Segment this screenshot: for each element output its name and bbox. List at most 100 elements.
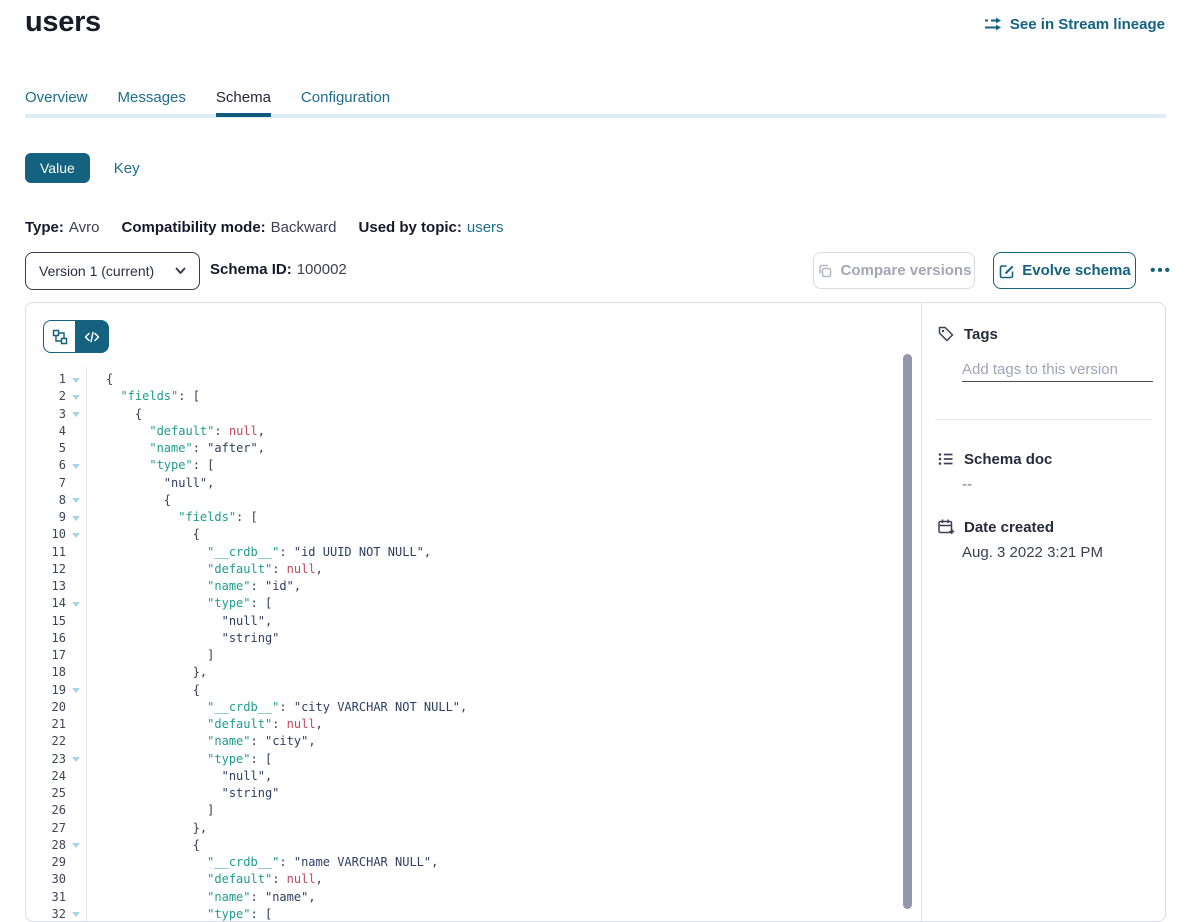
code-text: { xyxy=(86,682,200,699)
compare-versions-label: Compare versions xyxy=(841,262,972,279)
code-line[interactable]: 8 { xyxy=(26,492,907,509)
code-text: "name": "after", xyxy=(86,440,265,457)
line-number: 28 xyxy=(26,837,66,854)
code-line[interactable]: 29 "__crdb__": "name VARCHAR NULL", xyxy=(26,854,907,871)
tab-configuration[interactable]: Configuration xyxy=(301,89,390,117)
code-line[interactable]: 12 "default": null, xyxy=(26,561,907,578)
edit-icon xyxy=(998,263,1014,279)
fold-arrow-icon[interactable] xyxy=(66,837,86,854)
code-editor: 1{2 "fields": [3 {4 "default": null,5 "n… xyxy=(26,303,921,921)
evolve-schema-button[interactable]: Evolve schema xyxy=(993,252,1136,289)
code-line[interactable]: 20 "__crdb__": "city VARCHAR NOT NULL", xyxy=(26,699,907,716)
fold-spacer xyxy=(66,544,86,561)
line-number: 31 xyxy=(26,889,66,906)
line-number: 2 xyxy=(26,388,66,405)
code-lines[interactable]: 1{2 "fields": [3 {4 "default": null,5 "n… xyxy=(26,371,907,922)
code-line[interactable]: 3 { xyxy=(26,406,907,423)
line-number: 5 xyxy=(26,440,66,457)
code-line[interactable]: 24 "null", xyxy=(26,768,907,785)
fold-arrow-icon[interactable] xyxy=(66,595,86,612)
code-line[interactable]: 28 { xyxy=(26,837,907,854)
tab-schema[interactable]: Schema xyxy=(216,89,271,117)
line-number: 32 xyxy=(26,906,66,922)
tab-underline-track xyxy=(25,114,1166,118)
fold-spacer xyxy=(66,785,86,802)
code-line[interactable]: 14 "type": [ xyxy=(26,595,907,612)
code-line[interactable]: 32 "type": [ xyxy=(26,906,907,922)
code-text: "fields": [ xyxy=(86,388,200,405)
fold-arrow-icon[interactable] xyxy=(66,371,86,388)
code-line[interactable]: 30 "default": null, xyxy=(26,871,907,888)
code-line[interactable]: 6 "type": [ xyxy=(26,457,907,474)
code-line[interactable]: 4 "default": null, xyxy=(26,423,907,440)
code-line[interactable]: 10 { xyxy=(26,526,907,543)
meta-topic-link[interactable]: users xyxy=(467,219,504,236)
schema-panel: 1{2 "fields": [3 {4 "default": null,5 "n… xyxy=(25,302,1166,922)
line-number: 29 xyxy=(26,854,66,871)
code-line[interactable]: 26 ] xyxy=(26,802,907,819)
code-text: "default": null, xyxy=(86,716,323,733)
code-line[interactable]: 25 "string" xyxy=(26,785,907,802)
fold-spacer xyxy=(66,871,86,888)
key-toggle-link[interactable]: Key xyxy=(114,160,140,177)
code-view-button[interactable] xyxy=(76,320,109,353)
fold-arrow-icon[interactable] xyxy=(66,492,86,509)
line-number: 30 xyxy=(26,871,66,888)
date-created-heading-label: Date created xyxy=(964,519,1054,536)
code-line[interactable]: 18 }, xyxy=(26,664,907,681)
fold-spacer xyxy=(66,423,86,440)
tab-messages[interactable]: Messages xyxy=(118,89,186,117)
code-text: "default": null, xyxy=(86,871,323,888)
code-text: "name": "city", xyxy=(86,733,316,750)
fold-spacer xyxy=(66,561,86,578)
evolve-schema-label: Evolve schema xyxy=(1022,262,1130,279)
code-line[interactable]: 9 "fields": [ xyxy=(26,509,907,526)
fold-arrow-icon[interactable] xyxy=(66,682,86,699)
fold-arrow-icon[interactable] xyxy=(66,526,86,543)
tags-input[interactable] xyxy=(962,357,1153,382)
code-line[interactable]: 23 "type": [ xyxy=(26,751,907,768)
code-text: }, xyxy=(86,664,207,681)
code-line[interactable]: 22 "name": "city", xyxy=(26,733,907,750)
tags-section-heading: Tags xyxy=(937,325,998,343)
code-line[interactable]: 11 "__crdb__": "id UUID NOT NULL", xyxy=(26,544,907,561)
code-text: "null", xyxy=(86,613,272,630)
code-line[interactable]: 2 "fields": [ xyxy=(26,388,907,405)
fold-arrow-icon[interactable] xyxy=(66,906,86,922)
fold-arrow-icon[interactable] xyxy=(66,457,86,474)
editor-scrollbar-thumb[interactable] xyxy=(903,354,912,909)
fold-arrow-icon[interactable] xyxy=(66,406,86,423)
code-line[interactable]: 17 ] xyxy=(26,647,907,664)
fold-spacer xyxy=(66,664,86,681)
code-text: ] xyxy=(86,647,214,664)
fold-spacer xyxy=(66,578,86,595)
code-line[interactable]: 15 "null", xyxy=(26,613,907,630)
code-text: "type": [ xyxy=(86,457,214,474)
code-line[interactable]: 31 "name": "name", xyxy=(26,889,907,906)
code-line[interactable]: 5 "name": "after", xyxy=(26,440,907,457)
code-line[interactable]: 7 "null", xyxy=(26,475,907,492)
code-line[interactable]: 13 "name": "id", xyxy=(26,578,907,595)
code-text: "null", xyxy=(86,475,214,492)
tree-view-icon xyxy=(52,329,68,345)
stream-lineage-link[interactable]: See in Stream lineage xyxy=(983,15,1165,33)
code-line[interactable]: 27 }, xyxy=(26,820,907,837)
line-number: 8 xyxy=(26,492,66,509)
schema-id-label: Schema ID: xyxy=(210,261,292,278)
code-line[interactable]: 16 "string" xyxy=(26,630,907,647)
code-line[interactable]: 1{ xyxy=(26,371,907,388)
code-line[interactable]: 19 { xyxy=(26,682,907,699)
more-actions-button[interactable]: ••• xyxy=(1144,252,1178,289)
fold-arrow-icon[interactable] xyxy=(66,388,86,405)
compare-versions-button[interactable]: Compare versions xyxy=(813,252,975,289)
fold-spacer xyxy=(66,889,86,906)
tab-overview[interactable]: Overview xyxy=(25,89,88,117)
tree-view-button[interactable] xyxy=(43,320,76,353)
version-select[interactable]: Version 1 (current) xyxy=(25,252,200,290)
code-line[interactable]: 21 "default": null, xyxy=(26,716,907,733)
schema-id-value: 100002 xyxy=(297,261,347,278)
fold-arrow-icon[interactable] xyxy=(66,509,86,526)
value-toggle-button[interactable]: Value xyxy=(25,153,90,183)
fold-arrow-icon[interactable] xyxy=(66,751,86,768)
code-text: "string" xyxy=(86,630,279,647)
